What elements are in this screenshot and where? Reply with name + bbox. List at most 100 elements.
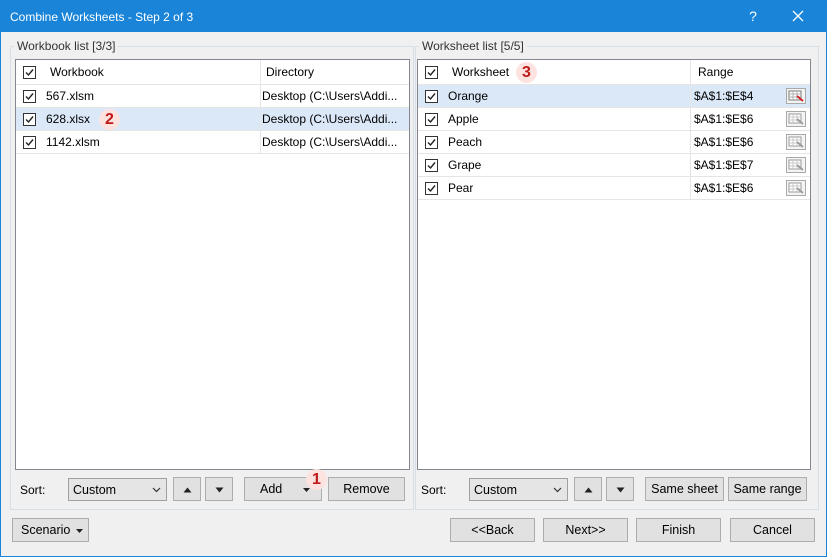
- range-select-button[interactable]: [786, 157, 806, 173]
- worksheet-row[interactable]: Apple $A$1:$E$6: [418, 108, 810, 131]
- remove-button[interactable]: Remove: [328, 477, 405, 501]
- checkmark-icon: [25, 69, 34, 77]
- workbook-checkbox[interactable]: [23, 90, 36, 103]
- worksheet-move-up-button[interactable]: [574, 477, 602, 501]
- cancel-button[interactable]: Cancel: [730, 518, 815, 542]
- title-bar: Combine Worksheets - Step 2 of 3 ?: [1, 1, 826, 32]
- checkmark-icon: [427, 69, 436, 77]
- column-header-directory[interactable]: Directory: [266, 60, 314, 84]
- column-divider: [260, 131, 261, 153]
- range-select-icon: [788, 159, 804, 171]
- next-button[interactable]: Next>>: [543, 518, 628, 542]
- worksheet-row[interactable]: Grape $A$1:$E$7: [418, 154, 810, 177]
- step-badge-1: 1: [306, 469, 327, 490]
- range-select-button[interactable]: [786, 134, 806, 150]
- worksheet-row-selected[interactable]: Orange $A$1:$E$4: [418, 85, 810, 108]
- column-header-range[interactable]: Range: [698, 60, 733, 84]
- worksheet-checkbox[interactable]: [425, 136, 438, 149]
- close-icon: [792, 10, 804, 22]
- checkmark-icon: [427, 162, 436, 170]
- range-select-button[interactable]: [786, 88, 806, 104]
- workbook-list-header: Workbook Directory: [16, 60, 409, 85]
- worksheet-checkbox[interactable]: [425, 159, 438, 172]
- checkmark-icon: [427, 116, 436, 124]
- back-button[interactable]: <<Back: [450, 518, 535, 542]
- workbook-directory: Desktop (C:\Users\Addi...: [262, 135, 398, 149]
- range-select-button[interactable]: [786, 111, 806, 127]
- worksheet-checkbox[interactable]: [425, 113, 438, 126]
- workbook-checkbox[interactable]: [23, 136, 36, 149]
- range-select-icon: [788, 113, 804, 125]
- triangle-down-icon: [616, 487, 624, 493]
- workbook-directory: Desktop (C:\Users\Addi...: [262, 89, 398, 103]
- same-sheet-button[interactable]: Same sheet: [645, 477, 724, 501]
- range-select-button[interactable]: [786, 180, 806, 196]
- workbook-sort-label: Sort:: [20, 483, 46, 497]
- dropdown-arrow-icon: [76, 529, 83, 533]
- column-divider: [690, 131, 691, 153]
- help-button[interactable]: ?: [741, 5, 765, 27]
- scenario-button-label: Scenario: [21, 523, 71, 537]
- workbook-name: 567.xlsm: [46, 89, 95, 103]
- column-divider: [260, 85, 261, 107]
- worksheet-name: Orange: [448, 89, 489, 103]
- chevron-down-icon: [553, 487, 562, 493]
- range-select-icon: [788, 136, 804, 148]
- finish-button[interactable]: Finish: [636, 518, 721, 542]
- workbook-row[interactable]: 1142.xlsm Desktop (C:\Users\Addi...: [16, 131, 409, 154]
- worksheet-checkbox[interactable]: [425, 182, 438, 195]
- worksheet-range: $A$1:$E$6: [694, 112, 754, 126]
- workbook-name: 1142.xlsm: [46, 135, 100, 149]
- worksheet-sort-select[interactable]: Custom: [469, 478, 568, 501]
- workbook-name: 628.xlsx: [46, 112, 91, 126]
- step-badge-3: 3: [516, 62, 537, 83]
- scenario-button[interactable]: Scenario: [12, 518, 89, 542]
- worksheet-row[interactable]: Pear $A$1:$E$6: [418, 177, 810, 200]
- column-divider: [690, 177, 691, 199]
- triangle-up-icon: [584, 487, 592, 493]
- column-divider: [690, 60, 691, 84]
- worksheet-checkbox[interactable]: [425, 90, 438, 103]
- worksheet-list-legend: Worksheet list [5/5]: [422, 39, 524, 53]
- worksheet-list-header: Worksheet 3 Range: [418, 60, 810, 85]
- close-button[interactable]: [784, 5, 812, 27]
- worksheet-name: Grape: [448, 158, 482, 172]
- range-select-icon: [788, 182, 804, 194]
- workbook-checkbox[interactable]: [23, 113, 36, 126]
- add-button-label: Add: [260, 482, 283, 496]
- triangle-up-icon: [183, 487, 191, 493]
- checkmark-icon: [427, 185, 436, 193]
- same-range-button[interactable]: Same range: [728, 477, 807, 501]
- workbook-row[interactable]: 567.xlsm Desktop (C:\Users\Addi...: [16, 85, 409, 108]
- worksheet-range: $A$1:$E$6: [694, 181, 754, 195]
- select-all-workbooks-checkbox[interactable]: [23, 66, 36, 79]
- workbook-sort-select[interactable]: Custom: [68, 478, 167, 501]
- worksheet-range: $A$1:$E$4: [694, 89, 754, 103]
- worksheet-name: Pear: [448, 181, 474, 195]
- select-all-worksheets-checkbox[interactable]: [425, 66, 438, 79]
- step-badge-2: 2: [99, 109, 120, 130]
- checkmark-icon: [25, 93, 34, 101]
- workbook-move-up-button[interactable]: [173, 477, 201, 501]
- column-divider: [690, 108, 691, 130]
- column-divider: [690, 154, 691, 176]
- range-select-icon: [788, 90, 804, 102]
- checkmark-icon: [25, 116, 34, 124]
- column-header-worksheet[interactable]: Worksheet: [452, 60, 509, 84]
- chevron-down-icon: [152, 487, 161, 493]
- column-divider: [260, 60, 261, 84]
- workbook-directory: Desktop (C:\Users\Addi...: [262, 112, 398, 126]
- worksheet-sort-value: Custom: [474, 483, 518, 497]
- workbook-move-down-button[interactable]: [205, 477, 233, 501]
- column-divider: [260, 108, 261, 130]
- worksheet-move-down-button[interactable]: [606, 477, 634, 501]
- column-header-workbook[interactable]: Workbook: [50, 60, 104, 84]
- worksheet-row[interactable]: Peach $A$1:$E$6: [418, 131, 810, 154]
- dropdown-arrow-icon: [303, 488, 310, 492]
- workbook-row-selected[interactable]: 628.xlsx 2 Desktop (C:\Users\Addi...: [16, 108, 409, 131]
- worksheet-list[interactable]: Worksheet 3 Range Orange $A$1:$E$4 Apple…: [417, 59, 811, 470]
- worksheet-range: $A$1:$E$7: [694, 158, 754, 172]
- window-title: Combine Worksheets - Step 2 of 3: [10, 10, 194, 24]
- workbook-list[interactable]: Workbook Directory 567.xlsm Desktop (C:\…: [15, 59, 410, 470]
- triangle-down-icon: [215, 487, 223, 493]
